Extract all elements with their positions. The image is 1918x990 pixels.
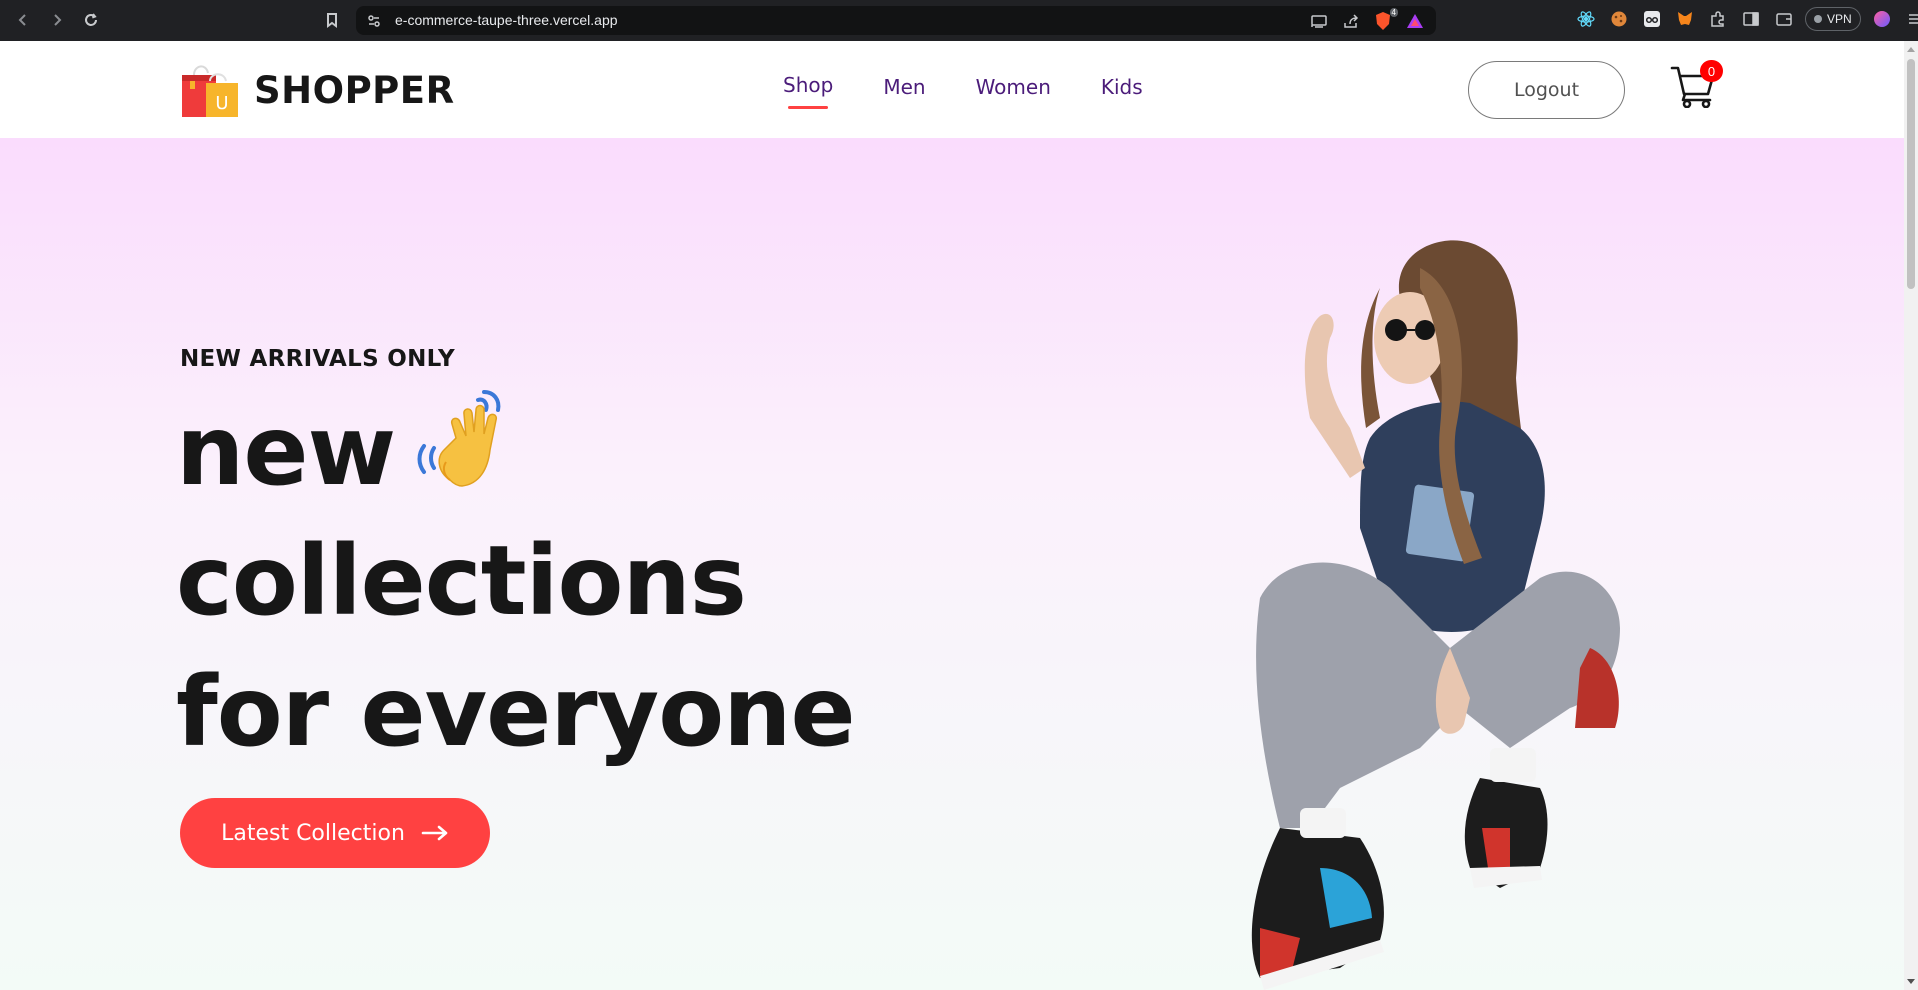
nav-item-label: Shop: [783, 73, 834, 97]
site-header: U SHOPPER Shop Men Women Kids Logout 0: [0, 41, 1904, 138]
page: U SHOPPER Shop Men Women Kids Logout 0 N…: [0, 41, 1904, 990]
vpn-button[interactable]: VPN: [1805, 7, 1861, 31]
address-bar[interactable]: e-commerce-taupe-three.vercel.app 4: [356, 6, 1436, 35]
forward-icon[interactable]: [46, 9, 68, 31]
hero-section: NEW ARRIVALS ONLY new collections for ev…: [0, 138, 1904, 990]
url-text: e-commerce-taupe-three.vercel.app: [395, 12, 618, 28]
reload-icon[interactable]: [80, 9, 102, 31]
waving-hand-icon: [417, 390, 501, 487]
shopping-bag-icon: U: [182, 65, 238, 117]
nav-item-label: Kids: [1100, 75, 1143, 99]
main-nav: Shop Men Women Kids: [783, 73, 1143, 109]
brave-rewards-icon[interactable]: [1404, 10, 1426, 32]
brave-badge: 4: [1389, 8, 1398, 17]
profile-avatar-icon[interactable]: [1870, 7, 1894, 31]
brave-shields-icon[interactable]: 4: [1372, 8, 1398, 32]
nav-item-shop[interactable]: Shop: [783, 73, 834, 109]
hero-tagline: NEW ARRIVALS ONLY: [180, 346, 456, 372]
nav-item-men[interactable]: Men: [883, 75, 925, 99]
nav-item-women[interactable]: Women: [976, 75, 1051, 99]
sidebar-icon[interactable]: [1739, 7, 1763, 31]
nav-item-kids[interactable]: Kids: [1101, 75, 1143, 99]
nav-item-label: Women: [975, 75, 1051, 99]
cookie-icon[interactable]: [1607, 7, 1631, 31]
cart-count-badge: 0: [1700, 60, 1723, 82]
brand-name: SHOPPER: [254, 68, 455, 112]
cast-icon[interactable]: [1308, 10, 1330, 32]
svg-text:U: U: [215, 93, 228, 114]
scrollbar-thumb[interactable]: [1907, 59, 1915, 289]
wallet-icon[interactable]: [1772, 7, 1796, 31]
browser-toolbar: e-commerce-taupe-three.vercel.app 4 VPN: [0, 0, 1918, 41]
metamask-icon[interactable]: [1673, 7, 1697, 31]
nav-item-label: Men: [883, 75, 926, 99]
vpn-label: VPN: [1827, 12, 1852, 26]
arrow-right-icon: [421, 825, 448, 841]
latest-collection-label: Latest Collection: [221, 820, 405, 846]
glasses-extension-icon[interactable]: [1640, 7, 1664, 31]
extensions-icon[interactable]: [1706, 7, 1730, 31]
logout-button[interactable]: Logout: [1468, 61, 1625, 119]
back-icon[interactable]: [12, 9, 34, 31]
hero-headline-line-3: for everyone: [176, 656, 856, 768]
hero-headline-line-2: collections: [176, 525, 747, 637]
hero-model-image: [1251, 240, 1620, 990]
scroll-down-icon[interactable]: [1907, 979, 1915, 984]
bookmark-icon[interactable]: [321, 9, 343, 31]
page-scrollbar[interactable]: [1904, 41, 1918, 990]
vpn-status-icon: [1814, 15, 1822, 23]
latest-collection-button[interactable]: Latest Collection: [180, 798, 490, 868]
menu-icon[interactable]: [1903, 7, 1918, 31]
site-settings-icon[interactable]: [367, 14, 381, 33]
scroll-up-icon[interactable]: [1907, 47, 1915, 52]
active-nav-underline: [788, 106, 829, 109]
react-devtools-icon[interactable]: [1574, 7, 1598, 31]
share-icon[interactable]: [1340, 10, 1362, 32]
logo[interactable]: U SHOPPER: [180, 61, 455, 119]
hero-headline-line-1: new: [176, 395, 396, 507]
